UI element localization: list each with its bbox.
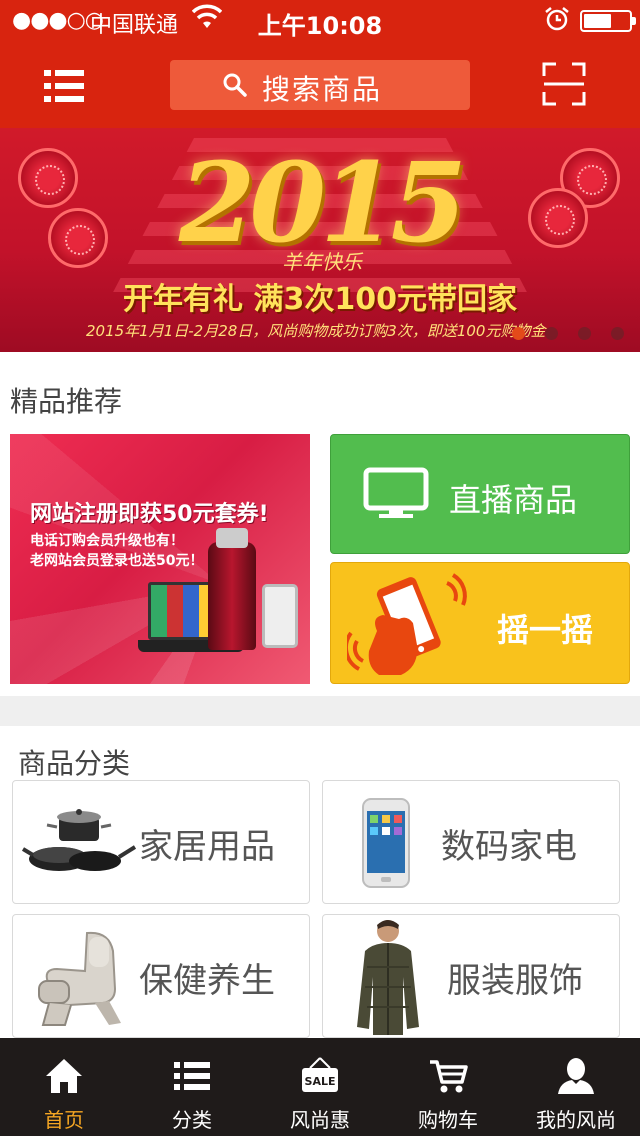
categories-title: 商品分类 <box>18 747 131 780</box>
search-icon <box>223 73 247 97</box>
shake-phone-icon <box>347 573 467 675</box>
search-placeholder: 搜索商品 <box>262 73 383 106</box>
cookware-icon <box>21 809 137 871</box>
tab-label: 购物车 <box>418 1108 478 1132</box>
featured-title: 精品推荐 <box>10 385 123 418</box>
smartphone-icon <box>362 798 410 888</box>
cart-icon <box>430 1060 468 1093</box>
bottom-tab-bar: 首页 分类 SALE 风尚惠 购物车 我的风尚 <box>0 1038 640 1136</box>
tab-cart[interactable]: 购物车 <box>384 1038 512 1136</box>
category-electronics[interactable]: 数码家电 <box>322 780 620 904</box>
promo-line-1: 电话订购会员升级也有！ <box>30 533 184 549</box>
featured-section: 精品推荐 网站注册即获50元套券! 电话订购会员升级也有！ 老网站会员登录也送5… <box>0 352 640 696</box>
carousel-dot[interactable] <box>611 327 624 340</box>
categories-section: 商品分类 家居用品 数码家电 保健养生 服装服饰 <box>0 726 640 1040</box>
carousel-dot[interactable] <box>578 327 591 340</box>
promo-headline: 网站注册即获50元套券! <box>30 502 269 527</box>
user-icon <box>558 1058 594 1094</box>
live-products-button[interactable]: 直播商品 <box>330 434 630 554</box>
promo-line-2: 老网站会员登录也送50元！ <box>30 553 204 569</box>
sale-badge-text: SALE <box>305 1075 336 1088</box>
tab-label: 我的风尚 <box>536 1108 616 1132</box>
search-input[interactable]: 搜索商品 <box>170 60 470 110</box>
phone-image <box>262 584 298 648</box>
carousel-indicator <box>512 327 624 340</box>
tab-my-account[interactable]: 我的风尚 <box>512 1038 640 1136</box>
sale-tag-icon: SALE <box>302 1057 338 1092</box>
banner-subline: 2015年1月1日-2月28日，风尚购物成功订购3次，即送100元购物金 <box>86 322 546 340</box>
category-label: 服装服饰 <box>447 961 583 1001</box>
scan-button[interactable] <box>542 62 586 106</box>
category-apparel[interactable]: 服装服饰 <box>322 914 620 1038</box>
tab-deals[interactable]: SALE 风尚惠 <box>256 1038 384 1136</box>
battery-icon <box>580 10 636 32</box>
tab-label: 首页 <box>44 1108 84 1132</box>
category-label: 家居用品 <box>139 827 275 867</box>
shake-button[interactable]: 摇一摇 <box>330 562 630 684</box>
alarm-icon <box>545 7 569 31</box>
category-home-goods[interactable]: 家居用品 <box>12 780 310 904</box>
banner-tag: 羊年快乐 <box>282 250 362 274</box>
list-icon <box>174 1062 210 1090</box>
menu-button[interactable] <box>44 68 84 104</box>
category-label: 数码家电 <box>441 827 577 867</box>
apparel-icon <box>357 920 419 1035</box>
tab-label: 分类 <box>172 1108 212 1132</box>
carousel-dot[interactable] <box>545 327 558 340</box>
app-header: ●●●○○ 中国联通 上午10:08 搜索商品 <box>0 0 640 128</box>
massage-chair-icon <box>38 931 121 1026</box>
category-health[interactable]: 保健养生 <box>12 914 310 1038</box>
banner-headline: 开年有礼 满3次100元带回家 <box>123 282 517 317</box>
juicer-image <box>208 528 256 650</box>
carousel-dot[interactable] <box>512 327 525 340</box>
tv-icon <box>363 467 429 518</box>
register-promo-card[interactable]: 网站注册即获50元套券! 电话订购会员升级也有！ 老网站会员登录也送50元！ <box>10 434 310 684</box>
category-label: 保健养生 <box>139 961 275 1001</box>
promo-banner[interactable]: 2015 羊年快乐 开年有礼 满3次100元带回家 2015年1月1日-2月28… <box>0 128 640 352</box>
tab-label: 风尚惠 <box>290 1108 350 1132</box>
shake-label: 摇一摇 <box>497 611 594 649</box>
tab-categories[interactable]: 分类 <box>128 1038 256 1136</box>
home-icon <box>46 1059 82 1093</box>
status-bar: ●●●○○ 中国联通 上午10:08 <box>0 0 640 40</box>
tab-home[interactable]: 首页 <box>0 1038 128 1136</box>
live-products-label: 直播商品 <box>449 481 578 519</box>
